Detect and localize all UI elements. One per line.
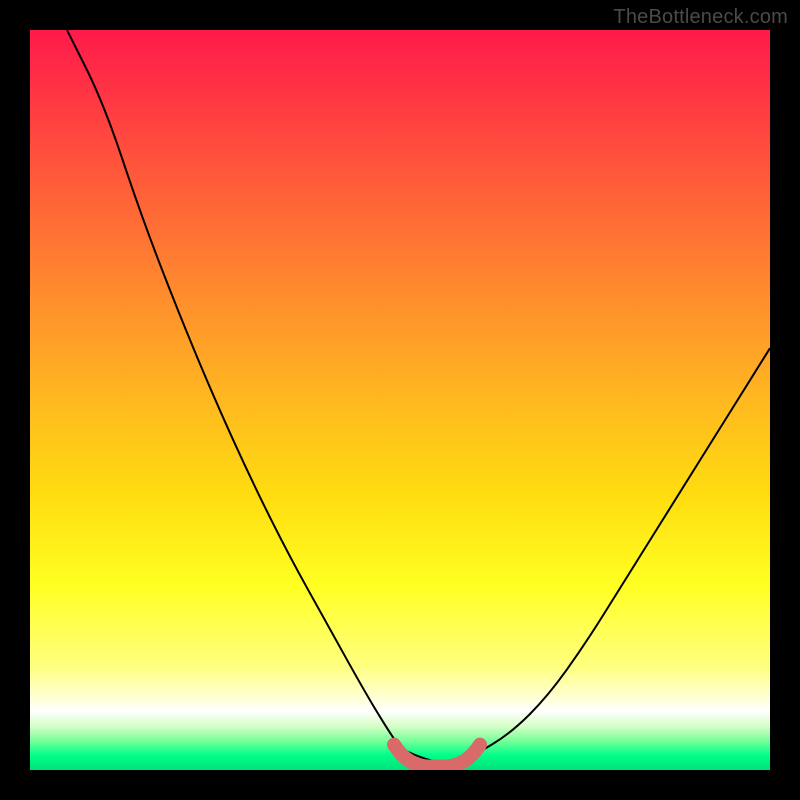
bottleneck-curve: [67, 30, 770, 763]
chart-area: [30, 30, 770, 770]
curve-svg: [30, 30, 770, 770]
watermark-text: TheBottleneck.com: [613, 6, 788, 29]
flat-bottom-accent: [394, 745, 480, 767]
